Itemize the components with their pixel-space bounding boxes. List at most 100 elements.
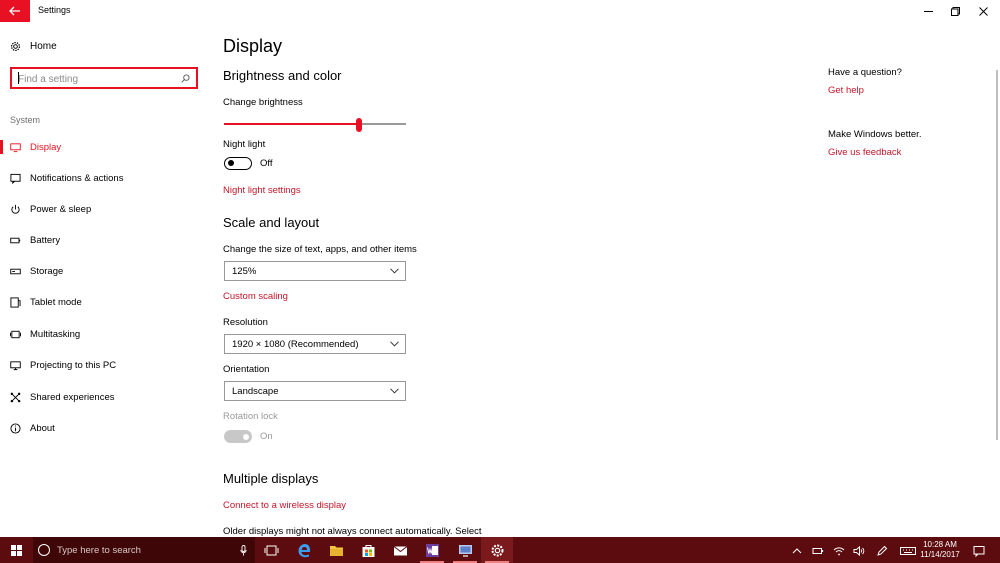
search-icon <box>181 74 190 83</box>
text-cursor <box>18 72 19 84</box>
rotation-lock-toggle <box>224 430 252 443</box>
slider-fill <box>224 123 359 125</box>
store-button[interactable] <box>352 537 384 563</box>
back-arrow-icon <box>9 6 20 16</box>
night-light-settings-link[interactable]: Night light settings <box>223 185 301 196</box>
home-link[interactable]: Home <box>10 41 57 52</box>
mail-button[interactable] <box>384 537 416 563</box>
pen-tray-button[interactable] <box>876 544 888 556</box>
scale-dropdown[interactable]: 125% <box>224 261 406 281</box>
keyboard-tray-button[interactable] <box>900 544 916 556</box>
sidebar-item-power-sleep[interactable]: Power & sleep <box>0 198 210 220</box>
page-title: Display <box>223 36 283 56</box>
store-bag-icon <box>362 544 374 557</box>
info-icon <box>10 422 21 434</box>
keyboard-icon <box>900 547 916 555</box>
tablet-icon <box>10 296 21 308</box>
wifi-icon <box>833 547 845 556</box>
window-title: Settings <box>38 5 71 15</box>
task-view-button[interactable] <box>255 537 287 563</box>
storage-icon <box>10 266 21 277</box>
sidebar-item-label: Multitasking <box>30 328 81 340</box>
windows-logo-icon <box>11 544 22 556</box>
clock-date: 11/14/2017 <box>920 550 960 559</box>
pen-icon <box>877 545 888 556</box>
file-explorer-button[interactable] <box>320 537 352 563</box>
night-light-state: Off <box>260 158 273 169</box>
scrollbar[interactable] <box>996 70 998 440</box>
start-button[interactable] <box>0 537 33 563</box>
sidebar-item-label: Battery <box>30 234 61 246</box>
word-button[interactable] <box>416 537 448 563</box>
taskbar-search[interactable]: Type here to search <box>33 537 255 563</box>
close-icon <box>978 6 988 16</box>
sidebar-item-about[interactable]: About <box>0 417 210 439</box>
night-light-toggle[interactable] <box>224 157 252 170</box>
tray-overflow-button[interactable] <box>791 544 803 556</box>
sidebar-item-label: Shared experiences <box>30 391 115 403</box>
remote-desktop-icon <box>458 544 472 557</box>
sidebar-item-display[interactable]: Display <box>0 136 210 158</box>
mail-icon <box>393 545 407 555</box>
close-button[interactable] <box>966 0 1000 22</box>
brightness-slider[interactable] <box>224 118 406 132</box>
feedback-link[interactable]: Give us feedback <box>828 147 901 158</box>
rotation-lock-label: Rotation lock <box>223 411 278 422</box>
volume-tray-button[interactable] <box>853 544 865 557</box>
gear-icon <box>491 544 503 556</box>
taskbar-search-placeholder: Type here to search <box>57 544 141 556</box>
make-better-text: Make Windows better. <box>828 129 922 140</box>
sidebar-item-storage[interactable]: Storage <box>0 260 210 282</box>
projecting-icon <box>10 360 21 371</box>
system-clock[interactable]: 10:28 AM 11/14/2017 <box>915 540 965 560</box>
toggle-knob <box>243 433 249 440</box>
settings-app-button[interactable] <box>481 537 513 563</box>
speaker-icon <box>853 545 865 557</box>
sidebar-item-label: Notifications & actions <box>30 172 124 184</box>
scale-heading: Scale and layout <box>223 215 320 230</box>
sidebar-item-label: Projecting to this PC <box>30 359 117 371</box>
slider-thumb[interactable] <box>355 118 362 132</box>
sidebar-item-multitasking[interactable]: Multitasking <box>0 323 210 345</box>
cortana-icon <box>38 544 50 556</box>
power-icon <box>10 204 21 215</box>
chevron-up-icon <box>792 548 802 554</box>
minimize-icon <box>923 10 933 12</box>
sidebar-item-tablet-mode[interactable]: Tablet mode <box>0 291 210 313</box>
toggle-knob <box>228 160 234 166</box>
wireless-display-link[interactable]: Connect to a wireless display <box>223 500 346 511</box>
sidebar-item-notifications[interactable]: Notifications & actions <box>0 167 210 189</box>
section-label: System <box>10 115 41 125</box>
sidebar-item-battery[interactable]: Battery <box>0 229 210 251</box>
folder-icon <box>329 545 343 556</box>
chevron-down-icon <box>390 268 399 274</box>
resolution-value: 1920 × 1080 (Recommended) <box>232 338 359 350</box>
notification-icon <box>10 173 21 184</box>
back-button[interactable] <box>0 0 30 22</box>
resolution-dropdown[interactable]: 1920 × 1080 (Recommended) <box>224 334 406 354</box>
clock-time: 10:28 AM <box>923 540 957 549</box>
sidebar-item-label: Tablet mode <box>30 296 82 308</box>
edge-button[interactable] <box>288 537 320 563</box>
orientation-value: Landscape <box>232 385 279 397</box>
sidebar-item-label: Storage <box>30 265 64 277</box>
orientation-dropdown[interactable]: Landscape <box>224 381 406 401</box>
brightness-label: Change brightness <box>223 97 303 108</box>
remote-app-button[interactable] <box>449 537 481 563</box>
title-bar: Settings <box>0 0 1000 22</box>
brightness-heading: Brightness and color <box>223 68 342 83</box>
get-help-link[interactable]: Get help <box>828 85 864 96</box>
sidebar-item-shared-experiences[interactable]: Shared experiences <box>0 386 210 408</box>
network-tray-button[interactable] <box>833 544 845 556</box>
question-text: Have a question? <box>828 67 902 78</box>
sidebar-item-projecting[interactable]: Projecting to this PC <box>0 354 210 376</box>
sidebar-item-label: Power & sleep <box>30 203 92 215</box>
battery-tray-button[interactable] <box>812 544 824 556</box>
action-center-button[interactable] <box>973 544 985 558</box>
gear-icon <box>10 41 21 52</box>
custom-scaling-link[interactable]: Custom scaling <box>223 291 288 302</box>
resolution-label: Resolution <box>223 317 268 328</box>
search-input[interactable] <box>12 70 172 89</box>
search-box[interactable] <box>10 67 198 89</box>
edge-icon <box>298 543 310 557</box>
